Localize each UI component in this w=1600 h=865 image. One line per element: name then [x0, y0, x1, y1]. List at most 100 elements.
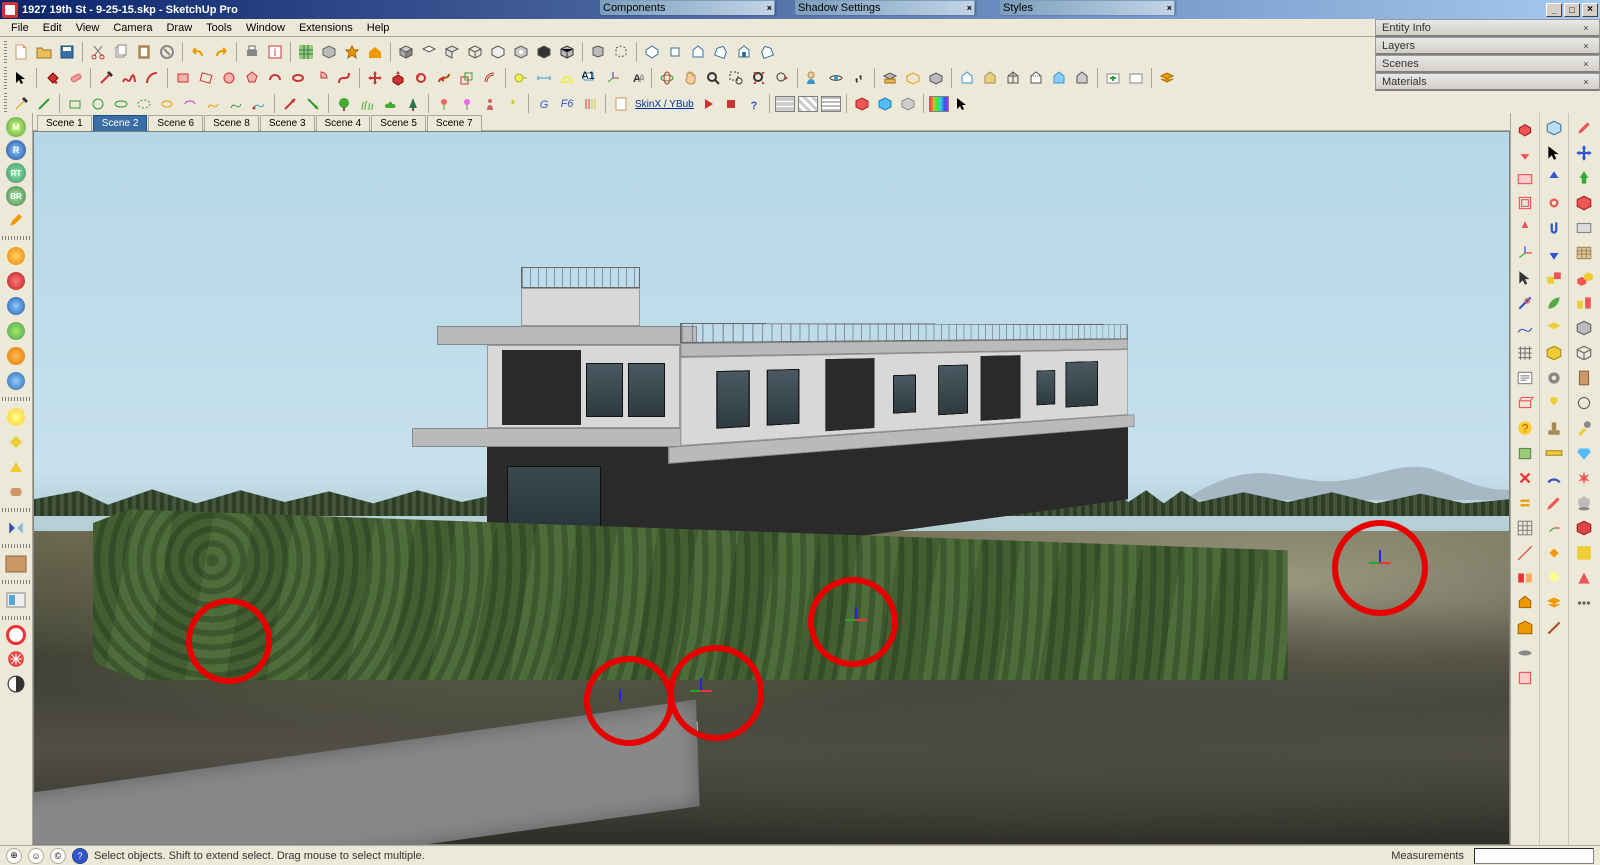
left-badge-br[interactable]: BR — [6, 186, 26, 206]
more-icon[interactable] — [1573, 592, 1595, 614]
cube-red2-icon[interactable] — [1573, 517, 1595, 539]
pro-scene2-icon[interactable] — [1514, 617, 1536, 639]
curve-o-tool[interactable] — [202, 93, 224, 115]
monochrome-button[interactable] — [1071, 67, 1093, 89]
tool-a2[interactable] — [33, 93, 55, 115]
status-geo-icon[interactable]: ⊕ — [6, 848, 22, 864]
delete-button[interactable] — [156, 41, 178, 63]
triangle-yellow-icon[interactable] — [5, 456, 27, 478]
circle-tool[interactable] — [218, 67, 240, 89]
iso-5-button[interactable] — [487, 41, 509, 63]
menu-camera[interactable]: Camera — [106, 21, 159, 35]
fill2-icon[interactable] — [1573, 542, 1595, 564]
shadow-settings-panel[interactable]: Shadow Settings× — [795, 0, 975, 14]
edit-curve-tool[interactable] — [248, 93, 270, 115]
pro-scene-icon[interactable] — [1514, 592, 1536, 614]
people-button[interactable] — [479, 93, 501, 115]
ellipse2-tool[interactable] — [133, 93, 155, 115]
scene-tab-2[interactable]: Scene 2 — [93, 115, 148, 131]
cube-red-button[interactable] — [851, 93, 873, 115]
arc-blue-icon[interactable] — [1543, 467, 1565, 489]
bezier-tool[interactable] — [333, 67, 355, 89]
scene-tab-6[interactable]: Scene 6 — [148, 115, 203, 131]
cursor-button[interactable] — [951, 93, 973, 115]
stack-icon[interactable] — [1543, 592, 1565, 614]
pro-question-icon[interactable]: ? — [1514, 417, 1536, 439]
tape-tool[interactable] — [510, 67, 532, 89]
styles-panel[interactable]: Styles× — [1000, 0, 1175, 14]
toolbar-grip[interactable] — [4, 67, 7, 89]
toolbar-grip[interactable] — [4, 93, 7, 115]
zoom-window-tool[interactable] — [725, 67, 747, 89]
wireframe-button[interactable] — [1002, 67, 1024, 89]
select-arrow-icon[interactable] — [1543, 142, 1565, 164]
left-badge-r[interactable]: R — [6, 140, 26, 160]
select-tool[interactable] — [10, 67, 32, 89]
group-make-button[interactable] — [610, 41, 632, 63]
ruler-icon[interactable] — [1543, 442, 1565, 464]
offset-tool[interactable] — [479, 67, 501, 89]
rectangle-tool[interactable] — [172, 67, 194, 89]
shrub-button[interactable] — [379, 93, 401, 115]
explode-icon[interactable] — [1573, 467, 1595, 489]
menu-tools[interactable]: Tools — [199, 21, 239, 35]
play-button[interactable] — [697, 93, 719, 115]
doc-button[interactable] — [610, 93, 632, 115]
circ-icon[interactable] — [1573, 392, 1595, 414]
model-info-button[interactable]: i — [264, 41, 286, 63]
status-credit-icon[interactable]: © — [50, 848, 66, 864]
iso-6-button[interactable] — [510, 41, 532, 63]
door-icon[interactable] — [1573, 367, 1595, 389]
close-icon[interactable]: × — [1579, 23, 1593, 33]
up-green-icon[interactable] — [1573, 167, 1595, 189]
ellipse3-tool[interactable] — [156, 93, 178, 115]
globe-icon[interactable] — [5, 295, 27, 317]
stop-button[interactable] — [720, 93, 742, 115]
sun-icon[interactable] — [5, 406, 27, 428]
stamp-icon[interactable] — [1543, 417, 1565, 439]
cube-blue-button[interactable] — [874, 93, 896, 115]
plane-icon[interactable] — [1573, 217, 1595, 239]
vol-icon[interactable] — [1573, 342, 1595, 364]
window-minimize-button[interactable]: _ — [1546, 3, 1562, 17]
pro-text-icon[interactable] — [1514, 367, 1536, 389]
axis2-icon[interactable] — [1543, 517, 1565, 539]
walk-tool[interactable] — [848, 67, 870, 89]
scale-yr-icon[interactable] — [1543, 267, 1565, 289]
menu-draw[interactable]: Draw — [159, 21, 199, 35]
pro-cross-icon[interactable] — [1514, 467, 1536, 489]
redo-button[interactable] — [210, 41, 232, 63]
iso-2-button[interactable] — [418, 41, 440, 63]
pro-ab-icon[interactable] — [1514, 567, 1536, 589]
close-icon[interactable]: × — [1579, 41, 1593, 51]
pro-axes-icon[interactable] — [1514, 242, 1536, 264]
iso-7-button[interactable] — [533, 41, 555, 63]
wall-icon[interactable] — [1573, 242, 1595, 264]
link-icon[interactable] — [1543, 192, 1565, 214]
protractor-tool[interactable] — [556, 67, 578, 89]
component-button[interactable] — [341, 41, 363, 63]
pro-pick-icon[interactable] — [1514, 267, 1536, 289]
downscale-tool[interactable] — [302, 93, 324, 115]
gears-icon[interactable] — [1543, 367, 1565, 389]
window-maximize-button[interactable]: □ — [1564, 3, 1580, 17]
pro-wire-icon[interactable] — [1514, 392, 1536, 414]
slice-icon[interactable] — [1543, 317, 1565, 339]
hex-icon[interactable] — [5, 481, 27, 503]
scene-tab-3[interactable]: Scene 3 — [260, 115, 315, 131]
tray-materials[interactable]: Materials× — [1375, 73, 1600, 91]
bars-button[interactable] — [579, 93, 601, 115]
ball-red-icon[interactable] — [5, 270, 27, 292]
scale-tool[interactable] — [456, 67, 478, 89]
line-tool[interactable] — [95, 67, 117, 89]
pro-pushpull-icon[interactable] — [1514, 117, 1536, 139]
diamond-yellow-icon[interactable] — [5, 431, 27, 453]
leaf-icon[interactable] — [1543, 292, 1565, 314]
box-yellow-icon[interactable] — [1543, 342, 1565, 364]
cube-gray-icon[interactable] — [1573, 317, 1595, 339]
cube-org-icon[interactable] — [1573, 192, 1595, 214]
upscale-tool[interactable] — [279, 93, 301, 115]
components-panel[interactable]: Components× — [600, 0, 775, 14]
grid2-button[interactable] — [797, 93, 819, 115]
tray-scenes[interactable]: Scenes× — [1375, 55, 1600, 73]
